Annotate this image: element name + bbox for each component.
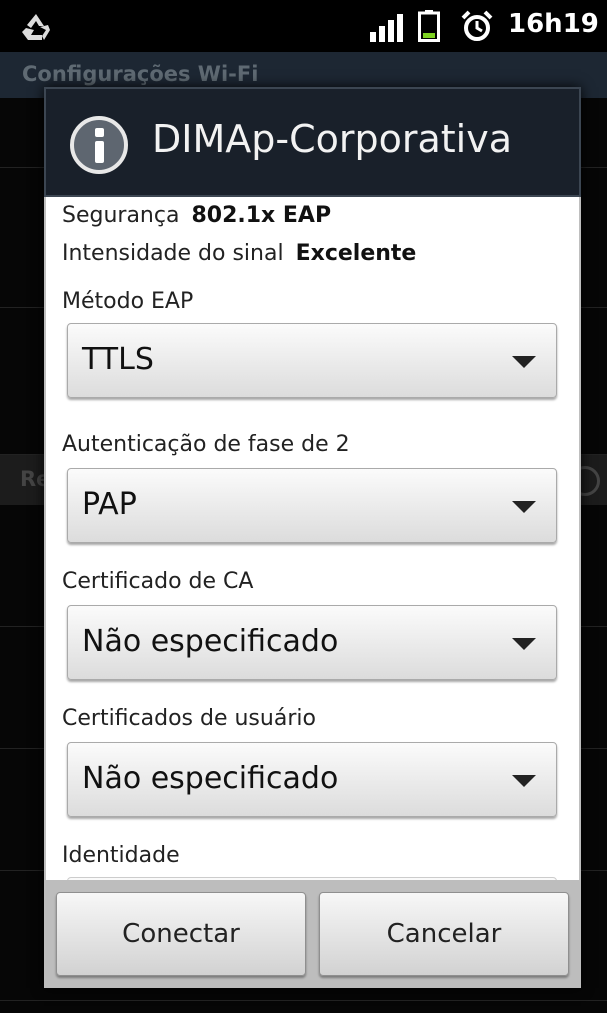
identity-label: Identidade <box>62 843 180 868</box>
security-label: Segurança <box>62 203 180 228</box>
phase2-auth-label: Autenticação de fase de 2 <box>62 432 350 457</box>
eap-method-value: TTLS <box>82 342 154 377</box>
signal-value: Excelente <box>295 241 417 266</box>
dropdown-arrow-icon <box>512 775 536 787</box>
info-icon-dot <box>95 128 104 137</box>
dropdown-arrow-icon <box>512 501 536 513</box>
dropdown-arrow-icon <box>512 638 536 650</box>
status-bar: 16h19 <box>0 0 607 52</box>
security-info: Segurança 802.1x EAP <box>62 203 331 228</box>
eap-method-spinner[interactable]: TTLS <box>67 323 557 398</box>
dialog-body: Segurança 802.1x EAP Intensidade do sinal… <box>46 197 579 880</box>
eap-method-label: Método EAP <box>62 289 194 314</box>
user-certificate-spinner[interactable]: Não especificado <box>67 742 557 817</box>
dialog-button-bar: Conectar Cancelar <box>44 880 581 988</box>
info-icon-bar <box>95 141 104 163</box>
background-title: Configurações Wi-Fi <box>22 62 259 86</box>
recycle-icon <box>22 14 50 40</box>
ca-certificate-spinner[interactable]: Não especificado <box>67 605 557 680</box>
battery-icon <box>418 10 440 42</box>
dialog-header: DIMAp-Corporativa <box>44 87 581 197</box>
clock: 16h19 <box>508 9 599 39</box>
dialog-title: DIMAp-Corporativa <box>152 117 512 161</box>
signal-info: Intensidade do sinal Excelente <box>62 241 416 266</box>
user-certificate-label: Certificados de usuário <box>62 706 316 731</box>
security-value: 802.1x EAP <box>191 203 332 228</box>
ca-certificate-value: Não especificado <box>82 624 339 659</box>
alarm-icon <box>461 10 493 41</box>
signal-label: Intensidade do sinal <box>62 241 284 266</box>
wifi-network-dialog: DIMAp-Corporativa Segurança 802.1x EAP In… <box>44 87 581 988</box>
cancel-button[interactable]: Cancelar <box>319 892 569 976</box>
phase2-auth-spinner[interactable]: PAP <box>67 468 557 543</box>
phase2-auth-value: PAP <box>82 487 137 522</box>
ca-certificate-label: Certificado de CA <box>62 569 254 594</box>
info-icon <box>70 116 128 174</box>
signal-icon <box>370 14 403 42</box>
connect-button[interactable]: Conectar <box>56 892 306 976</box>
dropdown-arrow-icon <box>512 356 536 368</box>
user-certificate-value: Não especificado <box>82 761 339 796</box>
